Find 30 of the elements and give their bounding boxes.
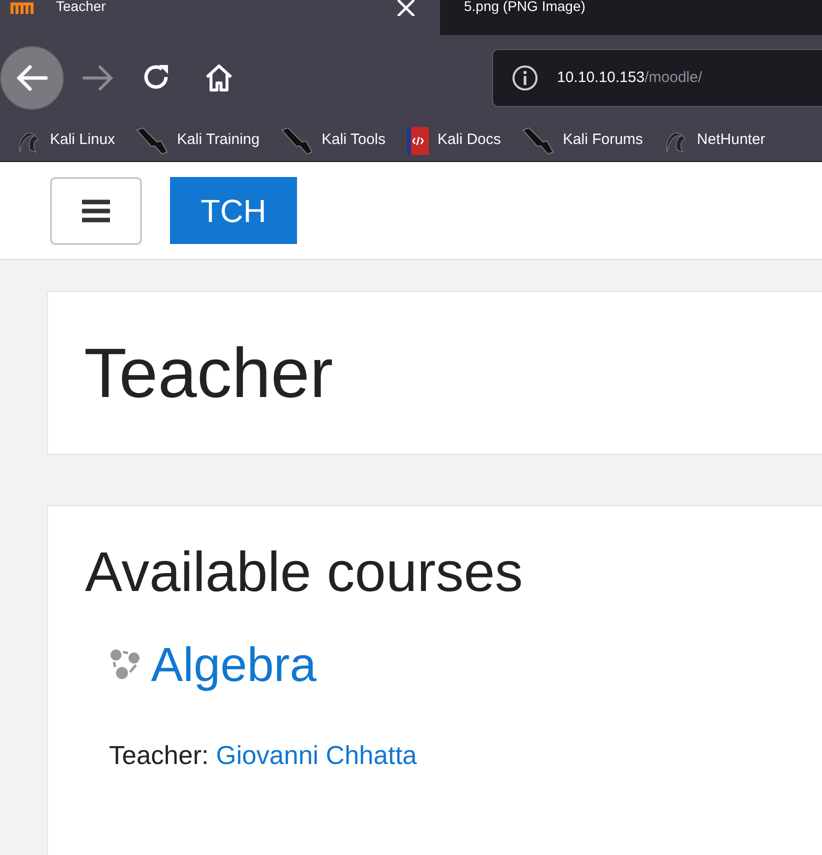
teacher-link[interactable]: Giovanni Chhatta — [216, 740, 417, 770]
site-logo[interactable]: TCH — [170, 177, 297, 244]
course-link[interactable]: Algebra — [151, 642, 316, 690]
menu-button[interactable] — [50, 176, 142, 244]
bookmark-item[interactable]: Kali Linux — [16, 128, 116, 154]
bookmark-item[interactable]: NetHunter — [662, 128, 766, 154]
home-icon — [204, 63, 234, 93]
back-arrow-icon — [16, 64, 48, 92]
address-bar[interactable]: 10.10.10.153/moodle/ — [492, 49, 822, 107]
knife-icon — [135, 126, 170, 156]
bookmark-item[interactable]: Kali Forums — [520, 126, 643, 156]
forward-arrow-icon — [82, 64, 114, 92]
section-heading: Available courses — [85, 544, 524, 600]
info-icon[interactable] — [511, 64, 539, 92]
browser-tab[interactable]: Teacher — [0, 0, 440, 36]
course-icon — [109, 648, 141, 680]
knife-icon — [520, 126, 555, 156]
tab-title: 5.png (PNG Image) — [464, 0, 586, 12]
page-title: Teacher — [84, 338, 334, 408]
url-text: 10.10.10.153/moodle/ — [557, 68, 702, 88]
course-teacher: Teacher: Giovanni Chhatta — [109, 739, 418, 772]
bookmark-item[interactable]: Kali Docs — [406, 126, 501, 156]
close-icon[interactable] — [396, 0, 416, 16]
knife-icon — [280, 126, 314, 156]
tab-title: Teacher — [56, 0, 106, 12]
book-icon — [406, 126, 430, 156]
menu-icon — [82, 198, 110, 222]
bookmark-item[interactable]: Kali Tools — [280, 126, 386, 156]
bookmark-item[interactable]: Kali Training — [135, 126, 260, 156]
browser-tab[interactable]: 5.png (PNG Image) — [440, 0, 822, 36]
